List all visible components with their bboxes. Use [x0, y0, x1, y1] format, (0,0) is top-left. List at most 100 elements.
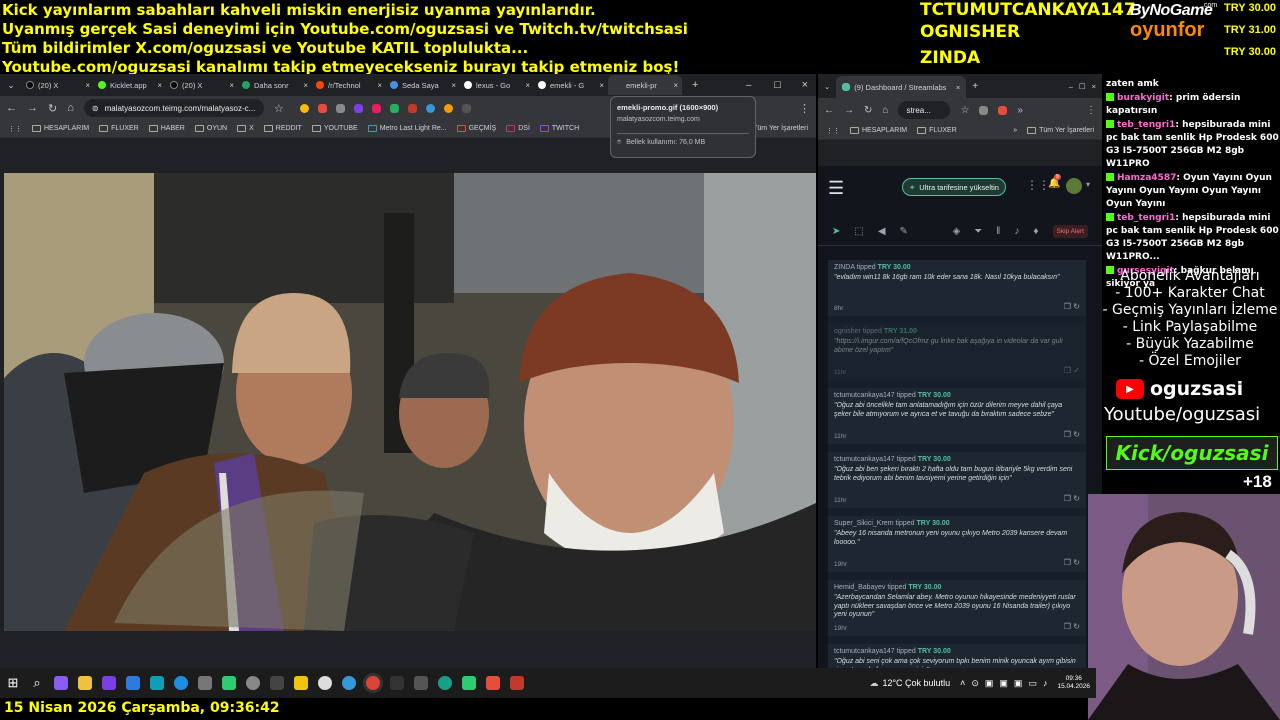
- copy-icon[interactable]: ❐: [1064, 558, 1071, 567]
- filter-icon[interactable]: ⏷: [974, 226, 982, 237]
- shield-icon[interactable]: ◈: [953, 226, 961, 237]
- check-icon[interactable]: ✓: [1073, 366, 1080, 375]
- apps-grid-icon[interactable]: ⋮⋮: [826, 127, 840, 135]
- apps-grid-icon[interactable]: ⋮⋮: [1026, 178, 1050, 192]
- page-image[interactable]: [4, 173, 816, 631]
- home-icon[interactable]: ⌂: [882, 105, 888, 116]
- maximize-button[interactable]: ☐: [773, 80, 781, 91]
- back-icon[interactable]: ←: [824, 105, 834, 116]
- close-icon[interactable]: ×: [157, 81, 162, 90]
- more-bookmarks-icon[interactable]: »: [1013, 127, 1017, 134]
- apps-grid-icon[interactable]: ⋮⋮: [8, 125, 22, 133]
- extension-icon[interactable]: [389, 103, 399, 113]
- extension-icon[interactable]: [335, 103, 345, 113]
- replay-icon[interactable]: ↻: [1073, 430, 1080, 439]
- network-icon[interactable]: ▭: [1028, 678, 1037, 689]
- chevron-down-icon[interactable]: ▾: [1086, 180, 1090, 189]
- tab-search-icon[interactable]: ⌄: [0, 80, 22, 91]
- close-icon[interactable]: ×: [525, 81, 530, 90]
- window-close-button[interactable]: ×: [1092, 82, 1096, 91]
- app-icon[interactable]: [246, 676, 260, 690]
- bookmark-fluxer[interactable]: FLUXER: [99, 125, 139, 132]
- bookmark-fluxer[interactable]: FLUXER: [917, 127, 957, 134]
- address-bar[interactable]: ⊜ malatyasozcom.teimg.com/malatyasoz-c...: [83, 99, 264, 117]
- extension-icon[interactable]: [461, 103, 471, 113]
- tray-icon[interactable]: ▣: [999, 678, 1008, 689]
- windows-start-icon[interactable]: ⊞: [6, 676, 20, 690]
- app-icon[interactable]: [150, 676, 164, 690]
- megaphone-icon[interactable]: ◀: [878, 226, 886, 237]
- close-icon[interactable]: ×: [303, 81, 308, 90]
- replay-icon[interactable]: ↻: [1073, 302, 1080, 311]
- file-explorer-icon[interactable]: [78, 676, 92, 690]
- extension-icon[interactable]: [979, 105, 989, 115]
- close-icon[interactable]: ×: [85, 81, 90, 90]
- bookmark-dsi[interactable]: DSİ: [506, 125, 530, 132]
- skip-alert-button[interactable]: Skip Alert: [1052, 225, 1088, 238]
- weather-widget[interactable]: ☁ 12°C Çok bulutlu: [869, 678, 950, 689]
- bookmark-x[interactable]: X: [237, 125, 254, 132]
- app-icon[interactable]: [510, 676, 524, 690]
- pause-icon[interactable]: ‖: [996, 226, 1000, 237]
- upgrade-button[interactable]: ✦ Ultra tarifesine yükseltin: [902, 178, 1006, 196]
- all-bookmarks[interactable]: Tüm Yer İşaretleri: [1027, 127, 1094, 134]
- replay-icon[interactable]: ↻: [1073, 622, 1080, 631]
- bookmark-star-icon[interactable]: ☆: [960, 105, 969, 116]
- onenote-icon[interactable]: [102, 676, 116, 690]
- search-icon[interactable]: ⌕: [30, 676, 44, 690]
- app-icon[interactable]: [438, 676, 452, 690]
- camera-icon[interactable]: [198, 676, 212, 690]
- extension-icon[interactable]: [353, 103, 363, 113]
- extension-icon[interactable]: [443, 103, 453, 113]
- app-icon[interactable]: [414, 676, 428, 690]
- bookmark-star-icon[interactable]: ☆: [274, 102, 284, 115]
- tab-x-2[interactable]: (20) X ×: [166, 75, 238, 95]
- app-icon[interactable]: [222, 676, 236, 690]
- menu-icon[interactable]: ⋮: [799, 102, 810, 115]
- new-tab-button[interactable]: +: [972, 81, 978, 92]
- close-icon[interactable]: ×: [673, 81, 678, 90]
- copy-icon[interactable]: ❐: [1064, 302, 1071, 311]
- bookmark-gecmis[interactable]: GEÇMİŞ: [456, 125, 496, 132]
- vivaldi-icon[interactable]: [486, 676, 500, 690]
- extension-icon[interactable]: [407, 103, 417, 113]
- bookmark-twitch[interactable]: TWITCH: [539, 125, 579, 132]
- close-icon[interactable]: ×: [451, 81, 456, 90]
- mic-icon[interactable]: ⊙: [971, 678, 979, 689]
- tab-emekli-google[interactable]: emekli - G ×: [534, 75, 608, 95]
- tab-lexus[interactable]: lexus - Go ×: [460, 75, 534, 95]
- sticky-notes-icon[interactable]: [294, 676, 308, 690]
- more-icon[interactable]: »: [1017, 105, 1023, 116]
- minimize-button[interactable]: –: [746, 80, 752, 91]
- copy-icon[interactable]: ❐: [1064, 430, 1071, 439]
- app-icon[interactable]: [318, 676, 332, 690]
- app-icon[interactable]: [270, 676, 284, 690]
- bookmark-hesaplarim[interactable]: HESAPLARIM: [850, 127, 907, 134]
- forward-icon[interactable]: →: [27, 102, 38, 114]
- tab-kicklet[interactable]: Kicklet.app ×: [94, 75, 166, 95]
- volume-icon[interactable]: ♪: [1043, 678, 1048, 689]
- tab-streamlabs[interactable]: (9) Dashboard / Streamlabs ×: [836, 76, 967, 98]
- bookmark-oyun[interactable]: OYUN: [194, 125, 227, 132]
- reload-icon[interactable]: ↻: [864, 105, 872, 116]
- extension-icon[interactable]: [299, 103, 309, 113]
- minimize-button[interactable]: –: [1069, 82, 1073, 91]
- copy-icon[interactable]: ❐: [1064, 366, 1071, 375]
- app-icon[interactable]: [126, 676, 140, 690]
- reload-icon[interactable]: ↻: [48, 102, 57, 115]
- app-icon[interactable]: [390, 676, 404, 690]
- tab-x-1[interactable]: (20) X ×: [22, 75, 94, 95]
- copy-icon[interactable]: ❐: [1064, 494, 1071, 503]
- edge-icon[interactable]: [174, 676, 188, 690]
- forward-icon[interactable]: →: [844, 105, 854, 116]
- copy-icon[interactable]: ❐: [1064, 622, 1071, 631]
- window-close-button[interactable]: ×: [802, 79, 808, 91]
- tab-search-icon[interactable]: ⌄: [824, 82, 830, 91]
- gift-icon[interactable]: ⬚: [854, 226, 863, 237]
- bookmark-youtube[interactable]: YOUTUBE: [311, 125, 358, 132]
- tab-seda[interactable]: Seda Saya ×: [386, 75, 460, 95]
- app-icon[interactable]: [54, 676, 68, 690]
- extension-icon[interactable]: [425, 103, 435, 113]
- app-icon[interactable]: [342, 676, 356, 690]
- home-icon[interactable]: ⌂: [67, 102, 74, 114]
